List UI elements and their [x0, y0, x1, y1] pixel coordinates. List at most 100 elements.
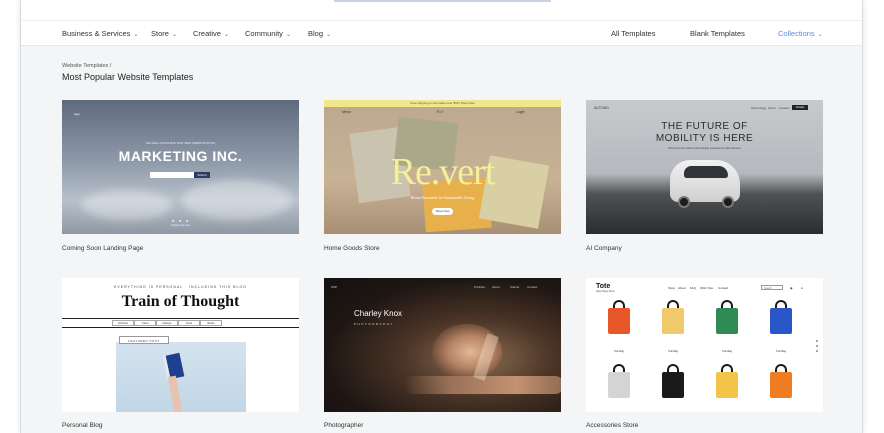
user-icon: ◉	[790, 286, 793, 290]
product-bag[interactable]	[608, 372, 630, 398]
thumb-headline: MARKETING INC.	[118, 148, 243, 164]
product-bag[interactable]	[716, 372, 738, 398]
chevron-down-icon: ⌄	[285, 32, 291, 38]
template-label[interactable]: AI Company	[586, 245, 622, 252]
thumb-headline: THE FUTURE OF MOBILITY IS HERE	[586, 121, 823, 145]
page-title: Most Popular Website Templates	[62, 72, 194, 82]
product-bag[interactable]	[662, 372, 684, 398]
template-thumbnail[interactable]: EVERYTHING IS PERSONAL · INCLUDING THIS …	[62, 278, 299, 412]
thumb-menu-item: About	[492, 285, 500, 289]
twitter-icon: ●	[179, 218, 182, 223]
nav-all-templates[interactable]: All Templates	[611, 29, 655, 38]
product-bag[interactable]	[662, 308, 684, 334]
thumb-headline: Charley Knox	[354, 309, 403, 318]
nav-blank-templates[interactable]: Blank Templates	[690, 29, 745, 38]
thumb-brand-sub: Daily Bags Shop	[596, 290, 615, 293]
thumb-tagline: PHOTOGRAPHY	[354, 322, 394, 326]
thumb-cta-button: Contact	[792, 105, 808, 110]
thumb-tab: Food	[178, 320, 200, 326]
product-bag[interactable]	[770, 308, 792, 334]
nav-label: Creative	[193, 29, 221, 38]
thumb-logo: R.V	[437, 110, 443, 114]
thumb-menu: Menu	[342, 110, 351, 114]
thumb-menu-item: About	[768, 106, 776, 110]
template-thumbnail[interactable]: AUTONO Technology About Careers Contact …	[586, 100, 823, 234]
top-accent-bar	[334, 0, 551, 2]
thumb-menu-item: Contact	[527, 285, 538, 289]
divider	[62, 318, 299, 319]
chevron-down-icon: ⌄	[133, 32, 139, 38]
thumb-tab: Travel	[134, 320, 156, 326]
thumb-tagline: WE ARE LAUNCHING OUR NEW WEBSITE SOON	[145, 141, 216, 145]
template-thumbnail[interactable]: Tote Daily Bags Shop Shop About FAQ Wish…	[586, 278, 823, 412]
category-nav: Business & Services ⌄ Store ⌄ Creative ⌄ Co…	[21, 20, 862, 46]
chevron-down-icon: ⌄	[171, 32, 177, 38]
template-thumbnail[interactable]: logo WE ARE LAUNCHING OUR NEW WEBSITE SO…	[62, 100, 299, 234]
breadcrumb[interactable]: Website Templates /	[62, 63, 111, 69]
divider	[62, 327, 299, 328]
thumb-kicker: EVERYTHING IS PERSONAL · INCLUDING THIS …	[114, 285, 247, 289]
product-caption: Tote Bag	[614, 350, 624, 353]
chevron-down-icon: ⌄	[817, 32, 823, 38]
nav-label: Community	[245, 29, 283, 38]
nav-label: Business & Services	[62, 29, 131, 38]
instagram-icon: ●	[186, 218, 189, 223]
thumb-menu-item: Contact	[718, 286, 729, 290]
thumb-menu-item: Careers	[779, 106, 790, 110]
nav-collections[interactable]: Collections ⌄	[778, 29, 823, 38]
car-wheel	[678, 196, 690, 208]
nav-creative[interactable]: Creative ⌄	[193, 29, 229, 38]
thumb-footer: info@mysite.com	[170, 224, 191, 227]
chevron-down-icon: ⌄	[326, 32, 332, 38]
template-label[interactable]: Home Goods Store	[324, 245, 380, 252]
thumb-brand: AUTONO	[594, 106, 609, 110]
thumb-menu-item: About	[678, 286, 686, 290]
thumb-logo: logo	[74, 112, 80, 116]
template-label[interactable]: Accessories Store	[586, 422, 638, 429]
template-label[interactable]: Photographer	[324, 422, 363, 429]
thumb-headline-line: MOBILITY IS HERE	[655, 133, 754, 144]
thumb-search: Search	[761, 285, 783, 290]
thumb-headline: Re.vert	[390, 151, 496, 193]
cart-icon: ●	[801, 286, 803, 290]
template-thumbnail[interactable]: CKP Portfolio About Clients Contact Char…	[324, 278, 561, 412]
nav-label: All Templates	[611, 29, 656, 38]
nav-store[interactable]: Store ⌄	[151, 29, 177, 38]
thumb-menu-item: Technology	[751, 106, 767, 110]
thumb-featured-label: FEATURED POST	[119, 336, 169, 344]
product-bag[interactable]	[716, 308, 738, 334]
thumb-menu-item: Portfolio	[474, 285, 486, 289]
browser-viewport: Business & Services ⌄ Store ⌄ Creative ⌄ Co…	[20, 0, 863, 433]
top-strip	[21, 0, 862, 20]
nav-business-services[interactable]: Business & Services ⌄	[62, 29, 138, 38]
cloud-shape	[82, 190, 172, 220]
product-caption: Tote Bag	[722, 350, 732, 353]
facebook-icon: ●	[172, 218, 175, 223]
thumb-headline-line: THE FUTURE OF	[661, 121, 748, 132]
product-bag[interactable]	[608, 308, 630, 334]
car-window	[684, 166, 728, 178]
thumb-tab: Books	[200, 320, 222, 326]
featured-image	[116, 342, 246, 412]
thumb-login: Login	[516, 110, 525, 114]
thumb-submit-button: Submit	[194, 172, 210, 178]
thumb-tabs: All Posts Travel Lifestyle Food Books	[112, 320, 222, 326]
chevron-down-icon: ⌄	[223, 32, 229, 38]
product-bag[interactable]	[770, 372, 792, 398]
template-thumbnail[interactable]: Free shipping on all orders over $50 | S…	[324, 100, 561, 234]
nav-label: Blog	[308, 29, 324, 38]
thumb-headline: Train of Thought	[121, 293, 240, 310]
nav-blog[interactable]: Blog ⌄	[308, 29, 331, 38]
thumb-shop-button: Shop Now	[432, 208, 453, 215]
thumb-brand: Tote	[596, 283, 611, 290]
thumb-menu-item: FAQ	[690, 286, 697, 290]
thumb-tab: Lifestyle	[156, 320, 178, 326]
template-label[interactable]: Personal Blog	[62, 422, 102, 429]
product-caption: Tote Bag	[776, 350, 786, 353]
thumb-menu-item: Wish Tote	[700, 286, 714, 290]
thumb-promo-bar: Free shipping on all orders over $50 | S…	[324, 100, 561, 107]
nav-community[interactable]: Community ⌄	[245, 29, 291, 38]
product-caption: Tote Bag	[668, 350, 678, 353]
nav-label: Store	[151, 29, 169, 38]
template-label[interactable]: Coming Soon Landing Page	[62, 245, 143, 252]
